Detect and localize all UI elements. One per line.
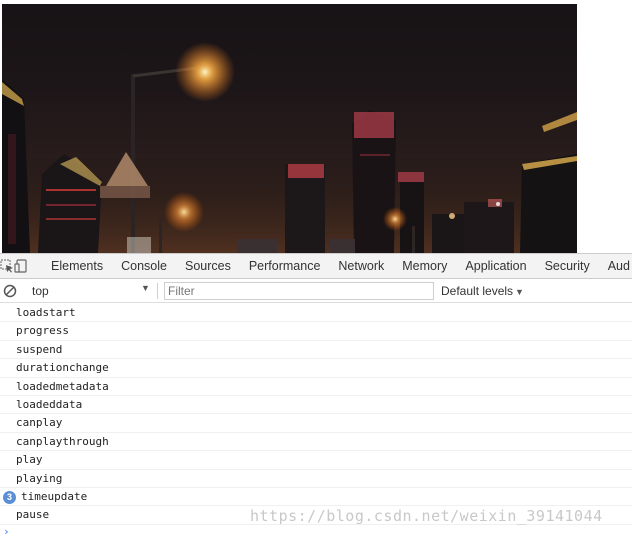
log-entry[interactable]: playing — [0, 470, 632, 488]
log-entry[interactable]: 3 timeupdate — [0, 488, 632, 507]
log-entry-text: playing — [16, 471, 63, 485]
log-entry-text: suspend — [16, 342, 63, 356]
filter-input[interactable] — [164, 282, 434, 300]
devtools-tabbar: Elements Console Sources Performance Net… — [0, 253, 632, 279]
clear-console-icon[interactable] — [3, 284, 17, 298]
log-entry[interactable]: loadstart — [0, 304, 632, 323]
context-dropdown-arrow-icon[interactable]: ▼ — [141, 283, 150, 293]
tab-sources[interactable]: Sources — [176, 254, 240, 278]
log-entry[interactable]: play — [0, 451, 632, 470]
inspect-element-icon[interactable] — [0, 254, 14, 278]
repeat-count-badge: 3 — [3, 490, 16, 504]
log-entry[interactable]: loadeddata — [0, 396, 632, 415]
log-entry-text: loadstart — [16, 306, 76, 319]
log-entry-text: progress — [16, 324, 69, 338]
video-player[interactable] — [2, 4, 577, 253]
log-entry-text: loadeddata — [16, 397, 83, 411]
tab-security[interactable]: Security — [536, 254, 599, 278]
log-entry[interactable]: suspend — [0, 341, 632, 360]
log-entry[interactable]: canplay — [0, 414, 632, 433]
prompt-chevron-icon: › — [3, 525, 10, 537]
log-entry-text: canplaythrough — [16, 434, 109, 448]
log-levels-dropdown[interactable]: Default levels ▼ — [441, 284, 524, 298]
tab-console[interactable]: Console — [112, 254, 176, 278]
tab-audits[interactable]: Aud — [599, 254, 632, 278]
log-entry-text: durationchange — [16, 361, 109, 375]
night-city-video-frame — [2, 42, 577, 253]
tab-network[interactable]: Network — [329, 254, 393, 278]
tab-application[interactable]: Application — [456, 254, 535, 278]
filter-divider — [157, 283, 158, 299]
console-log-list: loadstart progress suspend durationchang… — [0, 304, 632, 525]
tab-memory[interactable]: Memory — [393, 254, 456, 278]
log-levels-label: Default levels — [441, 284, 514, 298]
log-entry[interactable]: durationchange — [0, 359, 632, 378]
tab-elements[interactable]: Elements — [42, 254, 112, 278]
log-entry-text: loadedmetadata — [16, 379, 109, 393]
tab-performance[interactable]: Performance — [240, 254, 330, 278]
watermark: https://blog.csdn.net/weixin_39141044 — [250, 507, 603, 525]
device-toolbar-icon[interactable] — [14, 254, 28, 278]
log-entry-text: pause — [16, 508, 50, 522]
log-entry-text: canplay — [16, 416, 63, 430]
console-prompt[interactable]: › — [0, 526, 632, 537]
log-entry[interactable]: canplaythrough — [0, 433, 632, 452]
page-viewport — [0, 0, 632, 253]
log-entry-text: timeupdate — [21, 489, 88, 503]
console-filter-bar: top ▼ Default levels▼ — [0, 279, 632, 303]
log-entry[interactable]: loadedmetadata — [0, 378, 632, 396]
log-entry-text: play — [16, 453, 43, 467]
context-selector[interactable]: top — [32, 284, 49, 298]
log-entry[interactable]: progress — [0, 322, 632, 341]
levels-dropdown-arrow-icon: ▼ — [515, 287, 524, 297]
